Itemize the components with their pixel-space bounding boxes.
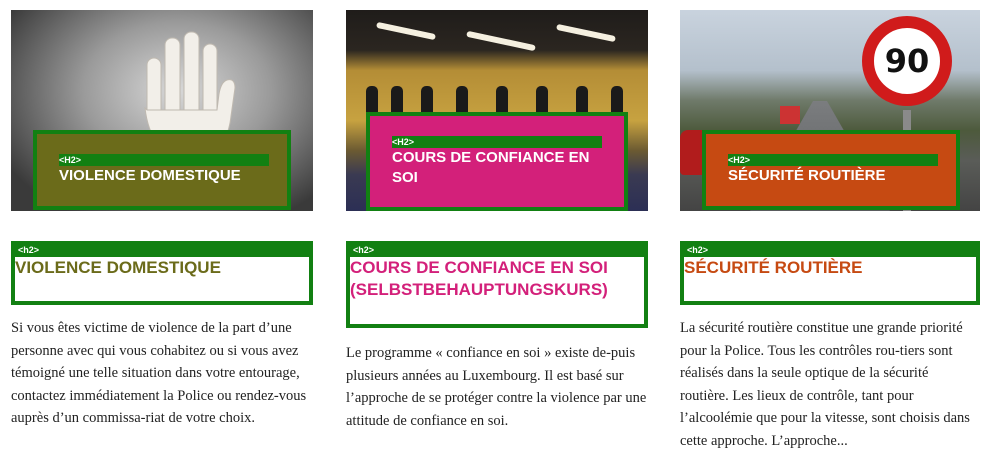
image-title-overlay[interactable]: <H2> VIOLENCE DOMESTIQUE [33, 130, 291, 210]
card-heading-box[interactable]: <h2> SÉCURITÉ ROUTIÈRE [680, 241, 980, 305]
heading-h2-tag: <h2> [350, 245, 644, 257]
card-description: La sécurité routière constitue une grand… [680, 320, 970, 449]
overlay-h2-tag: <H2> [59, 154, 269, 166]
overlay-h2-tag: <H2> [392, 135, 602, 148]
heading-h2-tag: <h2> [684, 245, 976, 257]
card-image[interactable]: <H2> VIOLENCE DOMESTIQUE [11, 10, 313, 211]
card-heading-box[interactable]: <h2> COURS DE CONFIANCE EN SOI (SELBSTBE… [346, 241, 648, 328]
overlay-title: COURS DE CONFIANCE EN SOI [392, 148, 590, 186]
card-image[interactable]: <H2> COURS DE CONFIANCE EN SOI [346, 10, 648, 211]
overlay-title: VIOLENCE DOMESTIQUE [59, 167, 241, 184]
overlay-h2-tag: <H2> [728, 154, 938, 166]
card-heading[interactable]: VIOLENCE DOMESTIQUE [15, 257, 309, 279]
ceiling-light [556, 23, 616, 43]
card-cours-confiance[interactable]: <H2> COURS DE CONFIANCE EN SOI <h2> COUR… [346, 10, 648, 432]
card-securite-routiere[interactable]: 90 <H2> SÉCURITÉ ROUTIÈRE <h2> SÉCURITÉ … [680, 10, 980, 452]
ceiling-light [376, 21, 436, 41]
image-title-overlay[interactable]: <H2> SÉCURITÉ ROUTIÈRE [702, 130, 960, 210]
image-title-overlay[interactable]: <H2> COURS DE CONFIANCE EN SOI [366, 112, 628, 211]
card-description: Le programme « confiance en soi » existe… [346, 345, 647, 429]
card-heading[interactable]: COURS DE CONFIANCE EN SOI (SELBSTBEHAUPT… [350, 257, 644, 301]
card-violence-domestique[interactable]: <H2> VIOLENCE DOMESTIQUE <h2> VIOLENCE D… [11, 10, 313, 430]
truck-shape [780, 106, 800, 124]
card-description: Si vous êtes victime de violence de la p… [11, 320, 307, 426]
card-heading-box[interactable]: <h2> VIOLENCE DOMESTIQUE [11, 241, 313, 305]
overlay-title: SÉCURITÉ ROUTIÈRE [728, 167, 886, 184]
card-image[interactable]: 90 <H2> SÉCURITÉ ROUTIÈRE [680, 10, 980, 211]
heading-h2-tag: <h2> [15, 245, 309, 257]
card-heading[interactable]: SÉCURITÉ ROUTIÈRE [684, 257, 976, 279]
speed-limit-sign-icon: 90 [862, 16, 952, 106]
ceiling-light [466, 30, 536, 52]
